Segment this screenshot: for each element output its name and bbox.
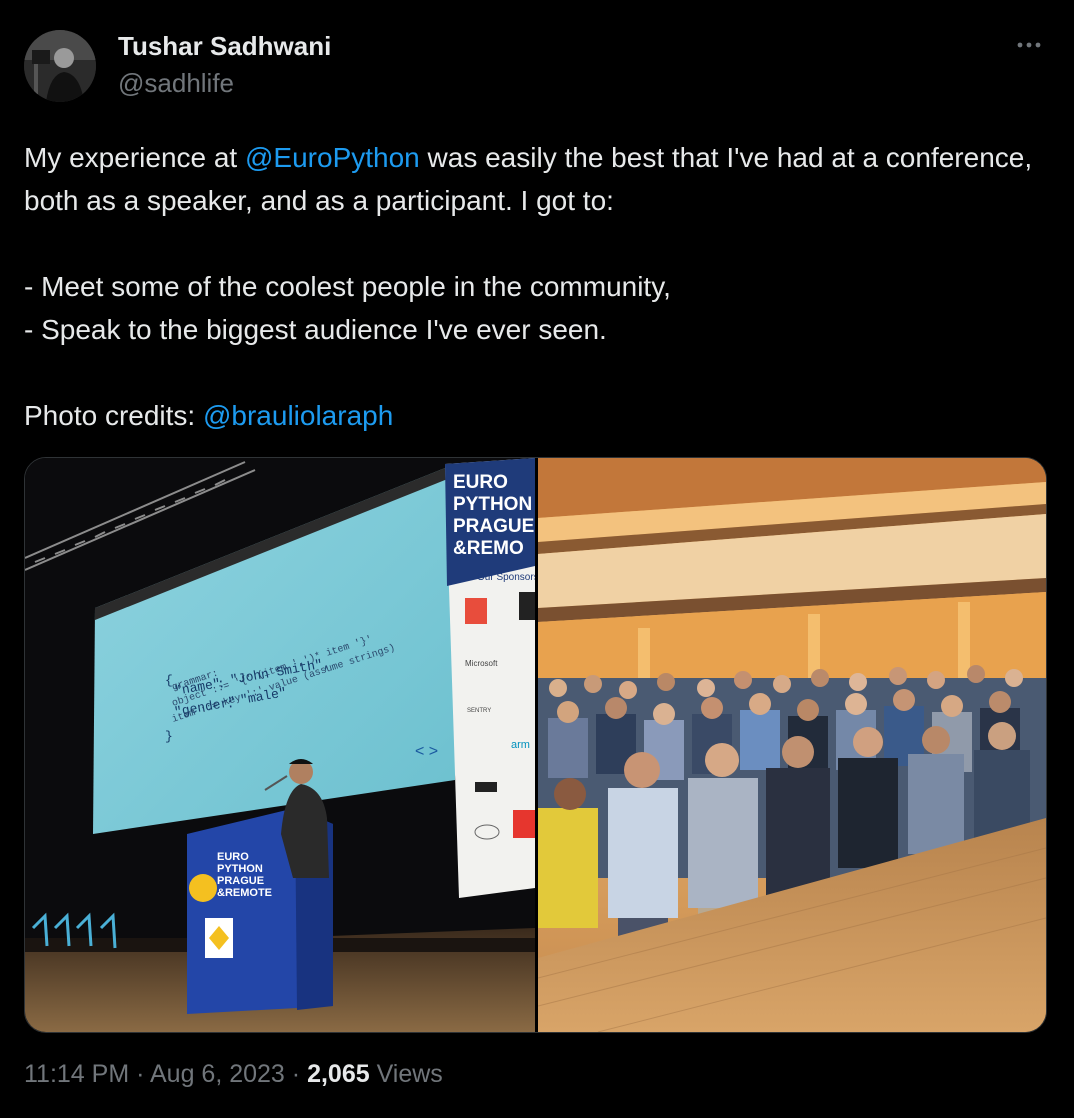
podium-line-2: PYTHON: [217, 863, 263, 875]
podium-line-1: EURO: [217, 851, 249, 863]
views-count: 2,065: [307, 1060, 370, 1088]
banner-line-4: &REMO: [453, 538, 524, 559]
podium-line-3: PRAGUE: [217, 875, 264, 887]
tweet-time[interactable]: 11:14 PM: [24, 1060, 129, 1088]
banner-line-3: PRAGUE: [453, 516, 534, 537]
slide-code-brace-open: {: [165, 673, 173, 688]
author-handle[interactable]: @sadhlife: [118, 68, 234, 99]
tweet-date[interactable]: Aug 6, 2023: [150, 1060, 285, 1088]
views-label: Views: [369, 1060, 443, 1088]
mention-europython[interactable]: @EuroPython: [245, 142, 420, 173]
more-horizontal-icon[interactable]: [1014, 30, 1044, 60]
media-grid: grammar: object ::= '{' (item ',')* item…: [24, 457, 1047, 1033]
banner-sponsor-1: Microsoft: [465, 659, 498, 668]
tweet-meta: 11:14 PM · Aug 6, 2023 · 2,065 Views: [24, 1060, 443, 1089]
tweet-text-part: My experience at: [24, 142, 245, 173]
slide-code-brace-close: }: [165, 729, 173, 744]
author-name[interactable]: Tushar Sadhwani: [118, 31, 331, 62]
banner-sponsors-label: Our Sponsors: [477, 572, 535, 583]
banner-line-2: PYTHON: [453, 494, 532, 515]
banner-line-1: EURO: [453, 472, 508, 493]
photo-speaker-on-stage[interactable]: grammar: object ::= '{' (item ',')* item…: [25, 458, 535, 1032]
podium-line-4: &REMOTE: [217, 887, 272, 899]
photo-conference-audience[interactable]: [538, 458, 1046, 1032]
banner-sponsor-2: SENTRY: [467, 708, 491, 714]
credits-label: Photo credits:: [24, 400, 203, 431]
tweet-text: My experience at @EuroPython was easily …: [24, 136, 1044, 437]
svg-text:< >: < >: [415, 743, 438, 760]
banner-sponsor-3: arm: [511, 739, 530, 751]
mention-brauliolaraph[interactable]: @brauliolaraph: [203, 400, 393, 431]
tweet-bullet-1: - Meet some of the coolest people in the…: [24, 271, 671, 302]
meta-separator: ·: [284, 1060, 308, 1088]
tweet-paragraph-1: My experience at @EuroPython was easily …: [24, 136, 1044, 222]
meta-separator: ·: [129, 1060, 150, 1088]
author-avatar[interactable]: [24, 30, 96, 102]
tweet-bullet-2: - Speak to the biggest audience I've eve…: [24, 314, 607, 345]
tweet-credits: Photo credits: @brauliolaraph: [24, 394, 1044, 437]
